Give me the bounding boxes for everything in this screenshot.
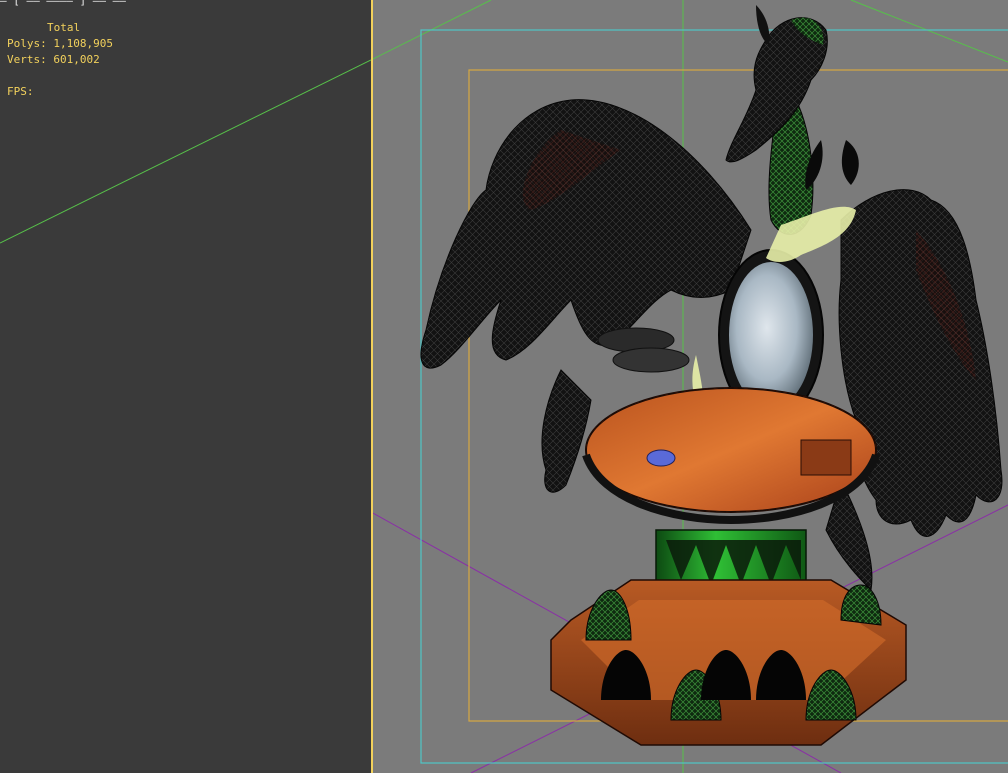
mirror-glass [729, 262, 813, 408]
viewport-active-border [371, 0, 373, 773]
3d-perspective-viewport[interactable] [371, 0, 1008, 773]
phoenix-vanity-model[interactable] [420, 5, 1003, 746]
viewport-statistics-panel: — [ —— ———— ] —— —— Total Polys: 1,108,9… [0, 0, 371, 773]
viewport-canvas[interactable] [371, 0, 1008, 773]
grid-axis-overlay-left [0, 59, 371, 244]
blue-cosmetic-item [646, 449, 676, 467]
